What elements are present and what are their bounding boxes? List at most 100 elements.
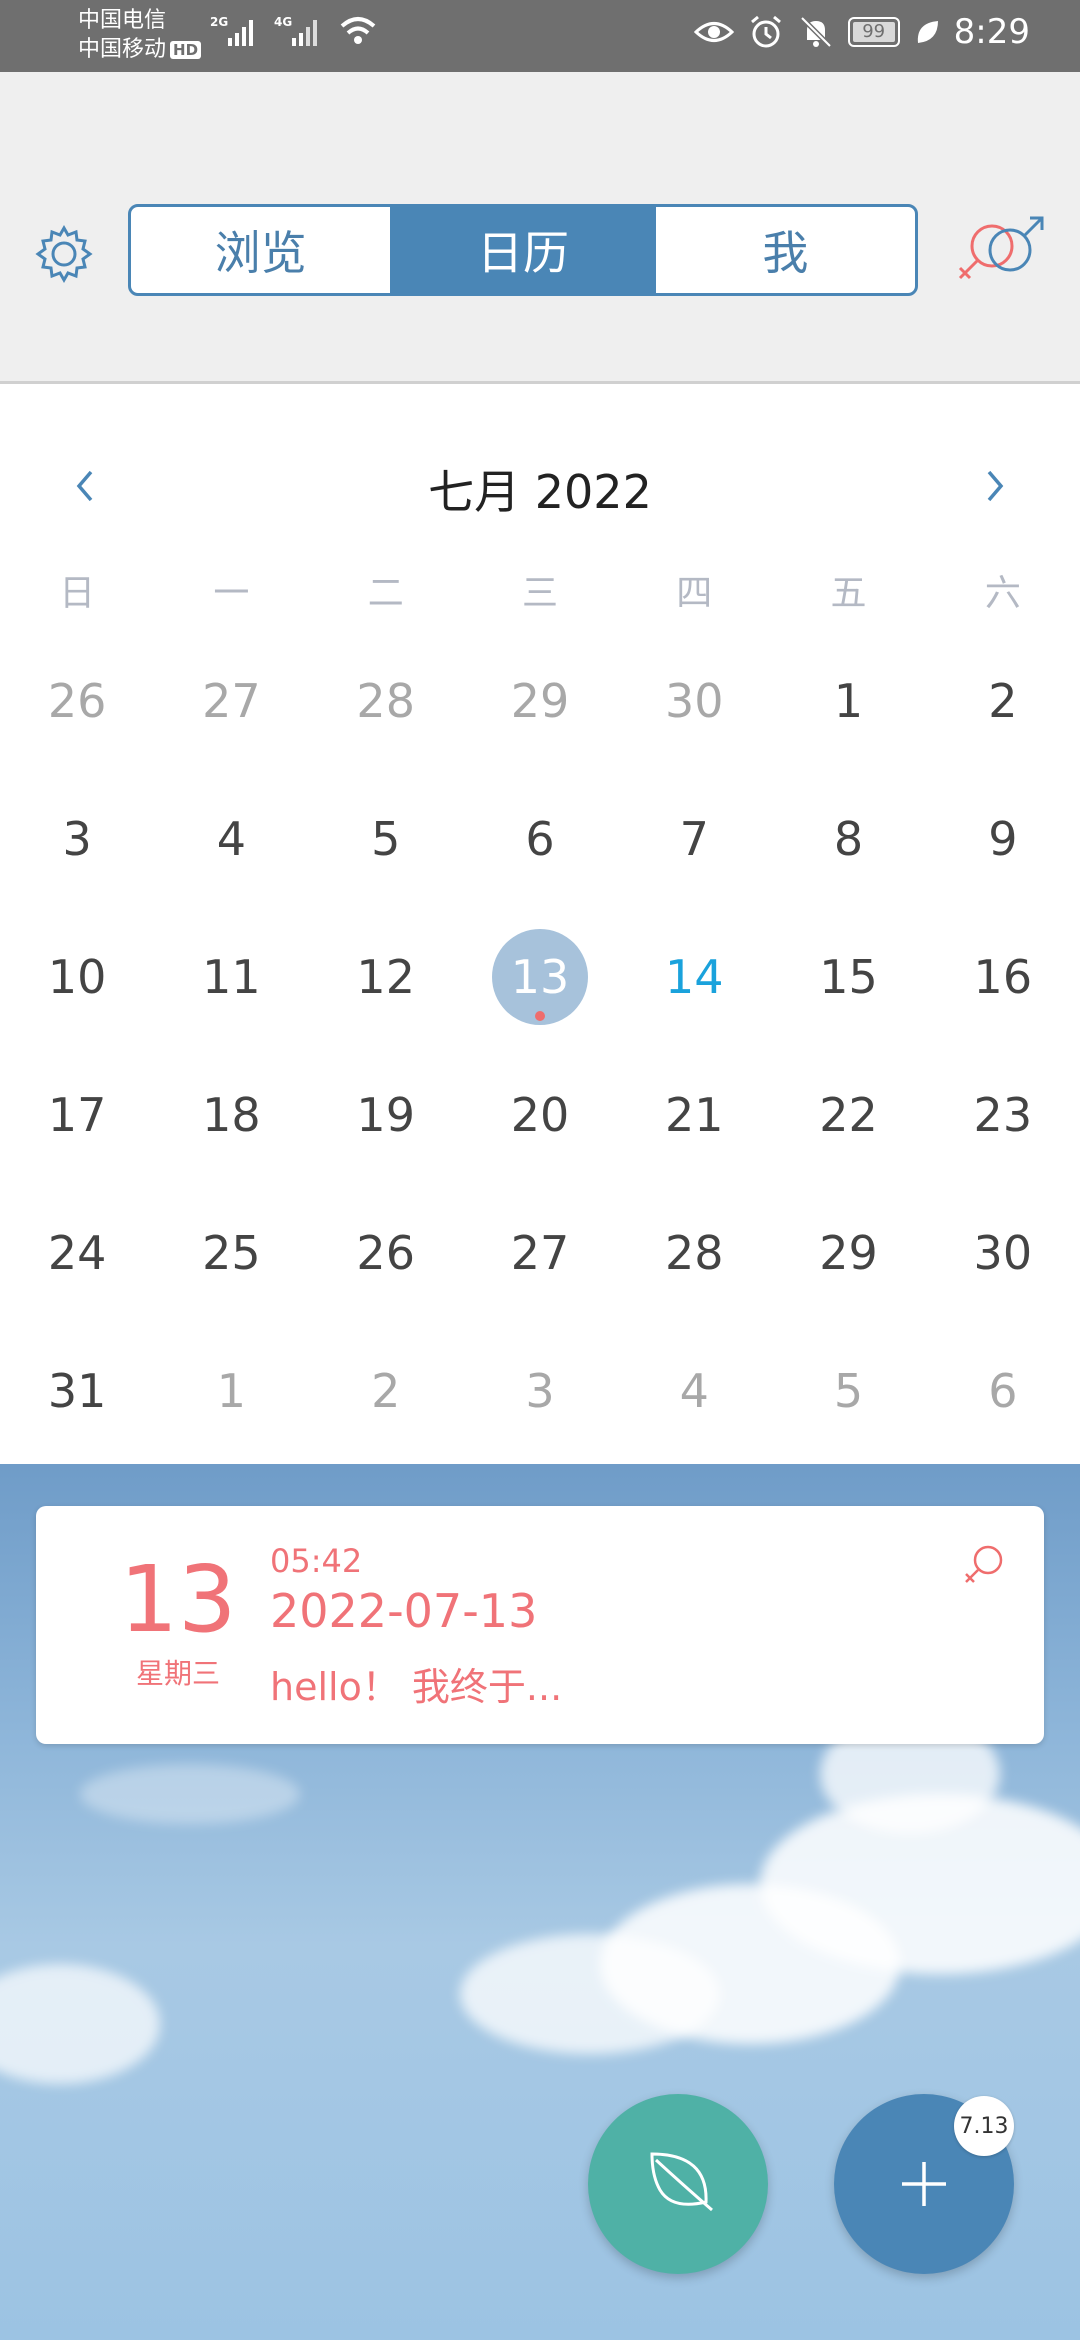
date-number: 28 (664, 1226, 724, 1280)
date-cell-today[interactable]: 14 (617, 908, 771, 1046)
leaf-saver-icon (917, 21, 938, 43)
date-cell[interactable]: 1 (154, 1322, 308, 1460)
gender-switch-icon[interactable] (950, 212, 1050, 292)
date-cell[interactable]: 4 (154, 770, 308, 908)
entry-dot-indicator (534, 1011, 545, 1021)
date-badge: 7.13 (954, 2096, 1014, 2156)
date-cell[interactable]: 10 (0, 908, 154, 1046)
date-cell[interactable]: 29 (463, 632, 617, 770)
weekday-label: 一 (213, 573, 250, 614)
date-number: 8 (833, 812, 864, 866)
date-cell[interactable]: 5 (309, 770, 463, 908)
signal-2g-icon: 2G (210, 15, 253, 46)
week-row: 31 1 2 3 4 5 6 (0, 1322, 1080, 1460)
date-cell[interactable]: 15 (771, 908, 925, 1046)
date-cell[interactable]: 31 (0, 1322, 154, 1460)
date-cell[interactable]: 2 (309, 1322, 463, 1460)
date-cell[interactable]: 9 (926, 770, 1080, 908)
date-cell[interactable]: 19 (309, 1046, 463, 1184)
date-cell[interactable]: 30 (926, 1184, 1080, 1322)
settings-gear-icon[interactable] (32, 222, 96, 286)
date-cell[interactable]: 8 (771, 770, 925, 908)
date-cell[interactable]: 24 (0, 1184, 154, 1322)
week-row: 10 11 12 13 14 15 16 (0, 908, 1080, 1046)
date-cell[interactable]: 5 (771, 1322, 925, 1460)
date-number: 1 (216, 1364, 247, 1418)
wifi-icon (340, 17, 376, 44)
date-cell[interactable]: 6 (463, 770, 617, 908)
clock: 8:29 (953, 12, 1030, 52)
date-number: 14 (664, 950, 724, 1004)
date-cell[interactable]: 3 (463, 1322, 617, 1460)
date-cell[interactable]: 16 (926, 908, 1080, 1046)
date-cell[interactable]: 30 (617, 632, 771, 770)
cloud (80, 1764, 300, 1824)
weekday-header: 日 一 二 三 四 五 六 (0, 564, 1080, 616)
date-cell[interactable]: 28 (617, 1184, 771, 1322)
week-row: 26 27 28 29 30 1 2 (0, 632, 1080, 770)
tab-me[interactable]: 我 (656, 207, 915, 293)
week-row: 17 18 19 20 21 22 23 (0, 1046, 1080, 1184)
date-cell[interactable]: 7 (617, 770, 771, 908)
date-number: 13 (510, 950, 570, 1004)
next-month-button[interactable] (965, 456, 1025, 516)
entry-time: 05:42 (270, 1542, 363, 1580)
cloud (460, 1934, 720, 2054)
date-number: 11 (202, 950, 261, 1004)
signal-4g-label: 4G (274, 15, 292, 29)
date-number: 9 (988, 812, 1018, 866)
date-cell[interactable]: 26 (309, 1184, 463, 1322)
leaf-icon (650, 2152, 713, 2212)
date-cell[interactable]: 2 (926, 632, 1080, 770)
date-number: 12 (356, 950, 415, 1004)
date-cell[interactable]: 4 (617, 1322, 771, 1460)
tab-calendar[interactable]: 日历 (393, 207, 656, 293)
date-number: 5 (833, 1364, 864, 1418)
date-cell[interactable]: 17 (0, 1046, 154, 1184)
leaf-button[interactable] (588, 2094, 768, 2274)
diary-entry-card[interactable]: 13 星期三 05:42 2022-07-13 hello！ 我终于... (36, 1506, 1044, 1744)
weekday-label: 五 (830, 573, 867, 614)
date-number: 24 (47, 1226, 107, 1280)
date-number: 19 (356, 1088, 415, 1142)
date-number: 29 (819, 1226, 878, 1280)
weekday-label: 四 (676, 573, 713, 614)
date-number: 20 (510, 1088, 570, 1142)
signal-4g-icon: 4G (274, 15, 317, 46)
date-cell[interactable]: 18 (154, 1046, 308, 1184)
date-number: 1 (833, 674, 864, 728)
date-number: 7 (679, 812, 709, 866)
date-cell[interactable]: 23 (926, 1046, 1080, 1184)
tab-browse[interactable]: 浏览 (131, 207, 394, 293)
date-cell[interactable]: 1 (771, 632, 925, 770)
date-number: 6 (988, 1364, 1018, 1418)
date-cell[interactable]: 12 (309, 908, 463, 1046)
date-cell[interactable]: 11 (154, 908, 308, 1046)
cloud (0, 1964, 160, 2084)
date-number: 18 (202, 1088, 261, 1142)
date-cell[interactable]: 27 (154, 632, 308, 770)
date-number: 3 (62, 812, 92, 866)
date-number: 21 (664, 1088, 724, 1142)
plus-icon (902, 2162, 946, 2206)
status-bar: 中国电信 中国移动 HD 2G 4G 99 8:29 (0, 0, 1080, 72)
date-cell[interactable]: 21 (617, 1046, 771, 1184)
date-cell-selected[interactable]: 13 (463, 908, 617, 1046)
date-cell[interactable]: 3 (0, 770, 154, 908)
date-number: 26 (47, 674, 107, 728)
date-number: 23 (973, 1088, 1033, 1142)
calendar-header: 七月 2022 (0, 444, 1080, 534)
date-cell[interactable]: 22 (771, 1046, 925, 1184)
carrier-2: 中国移动 (78, 37, 167, 62)
week-row: 3 4 5 6 7 8 9 (0, 770, 1080, 908)
date-cell[interactable]: 26 (0, 632, 154, 770)
date-cell[interactable]: 25 (154, 1184, 308, 1322)
date-number: 29 (510, 674, 570, 728)
date-cell[interactable]: 27 (463, 1184, 617, 1322)
date-cell[interactable]: 29 (771, 1184, 925, 1322)
date-cell[interactable]: 28 (309, 632, 463, 770)
date-cell[interactable]: 6 (926, 1322, 1080, 1460)
weekday-label: 日 (59, 573, 96, 614)
date-number: 28 (356, 674, 415, 728)
date-cell[interactable]: 20 (463, 1046, 617, 1184)
